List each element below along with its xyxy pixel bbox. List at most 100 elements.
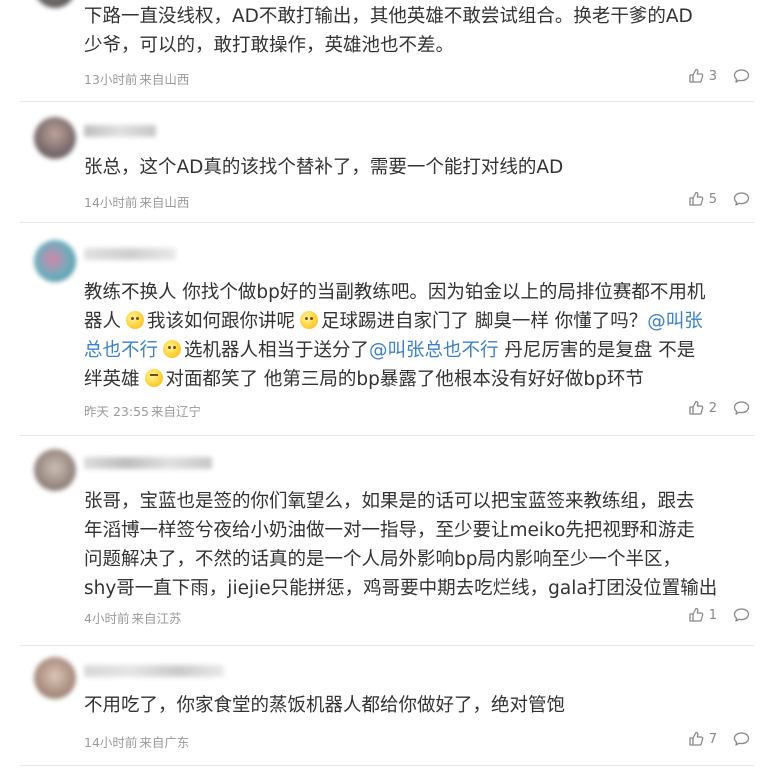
comment-line: shy哥一直下雨，jiejie只能拼惩，鸡哥要中期去吃烂线，gala打团没位置输… (84, 574, 764, 603)
comment-meta: 14小时前 来自广东 (84, 732, 189, 751)
comment-text-segment: 年滔博一样签兮夜给小奶油做一对一指导，至少要让meiko先把视野和游走 (84, 520, 695, 541)
user-mention-link[interactable]: @叫张总也不行 (369, 340, 499, 361)
comment-text-segment: 绊英雄 (84, 369, 140, 390)
avatar[interactable] (34, 657, 76, 699)
avatar[interactable] (34, 0, 76, 8)
like-button[interactable]: 5 (688, 191, 717, 207)
avatar[interactable] (34, 449, 76, 491)
reply-button[interactable] (733, 400, 750, 416)
reply-button[interactable] (733, 731, 750, 747)
thumbs-up-icon (688, 68, 704, 84)
user-mention-link[interactable]: 总也不行 (84, 340, 158, 361)
like-count: 5 (708, 191, 717, 207)
speech-bubble-icon (733, 191, 750, 207)
comment-text-segment: 选机器人相当于送分了 (184, 340, 370, 361)
like-count: 2 (708, 400, 717, 416)
username[interactable] (84, 125, 156, 137)
smile-emoji-icon (126, 311, 145, 329)
comment-text-segment: 不用吃了，你家食堂的蒸饭机器人都给你做好了，绝对管饱 (84, 695, 566, 716)
comment-line: 张总，这个AD真的该找个替补了，需要一个能打对线的AD (84, 153, 764, 182)
comment-source: 来自山西 (139, 72, 190, 87)
username[interactable] (84, 457, 212, 469)
comment-text-segment: 张哥，宝蓝也是签的你们氧望么，如果是的话可以把宝蓝签来教练组，跟去 (84, 491, 695, 512)
comment-actions: 5 (688, 191, 750, 207)
comment-line: 张哥，宝蓝也是签的你们氧望么，如果是的话可以把宝蓝签来教练组，跟去 (84, 487, 764, 516)
like-button[interactable]: 1 (688, 607, 717, 623)
comment-line: 年滔博一样签兮夜给小奶油做一对一指导，至少要让meiko先把视野和游走 (84, 516, 764, 545)
comment-line: 不用吃了，你家食堂的蒸饭机器人都给你做好了，绝对管饱 (84, 691, 764, 720)
comment-item: 张哥，宝蓝也是签的你们氧望么，如果是的话可以把宝蓝签来教练组，跟去 年滔博一样签兮… (20, 435, 754, 646)
avatar[interactable] (34, 240, 76, 282)
like-button[interactable]: 3 (688, 68, 717, 84)
comment-item: 教练不换人 你找个做bp好的当副教练吧。因为铂金以上的局排位赛都不用机 器人 我该如… (20, 222, 754, 436)
comment-source: 来自辽宁 (151, 404, 202, 419)
speech-bubble-icon (733, 400, 750, 416)
like-count: 1 (708, 607, 717, 623)
comment-text: 教练不换人 你找个做bp好的当副教练吧。因为铂金以上的局排位赛都不用机 器人 我该如… (84, 278, 764, 394)
comment-text-segment: 我该如何跟你讲呢 (147, 311, 296, 332)
comment-source: 来自广东 (139, 735, 190, 750)
comment-item: 张总，这个AD真的该找个替补了，需要一个能打对线的AD 14小时前 来自山西 5 (20, 101, 754, 223)
comment-text-segment: 张总，这个AD真的该找个替补了，需要一个能打对线的AD (84, 157, 564, 178)
speech-bubble-icon (733, 607, 750, 623)
comment-source: 来自山西 (139, 195, 190, 210)
like-button[interactable]: 2 (688, 400, 717, 416)
comment-text-segment: 问题解决了，不然的话真的是一个人局外影响bp局内影响至少一个半区， (84, 549, 681, 570)
comment-source: 来自江苏 (131, 611, 182, 626)
like-button[interactable]: 7 (688, 731, 717, 747)
comment-meta: 4小时前 来自江苏 (84, 608, 181, 627)
comment-line: 问题解决了，不然的话真的是一个人局外影响bp局内影响至少一个半区， (84, 545, 764, 574)
thumbs-up-icon (688, 400, 704, 416)
comment-text-segment: shy哥一直下雨，jiejie只能拼惩，鸡哥要中期去吃烂线，gala打团没位置输… (84, 578, 718, 599)
comment-line: 教练不换人 你找个做bp好的当副教练吧。因为铂金以上的局排位赛都不用机 (84, 278, 764, 307)
thumbs-up-icon (688, 731, 704, 747)
comment-meta: 14小时前 来自山西 (84, 192, 189, 211)
comment-time: 昨天 23:55 (84, 404, 149, 419)
comment-line: 绊英雄 对面都笑了 他第三局的bp暴露了他根本没有好好做bp环节 (84, 365, 764, 394)
smile-emoji-icon (300, 311, 319, 329)
comment-time: 13小时前 (84, 72, 138, 87)
comment-line: 下路一直没线权，AD不敢打输出，其他英雄不敢尝试组合。换老干爹的AD (84, 2, 764, 31)
comment-meta: 昨天 23:55 来自辽宁 (84, 401, 201, 420)
comment-line: 少爷，可以的，敢打敢操作，英雄池也不差。 (84, 31, 764, 60)
comment-text: 张总，这个AD真的该找个替补了，需要一个能打对线的AD (84, 153, 764, 182)
reply-button[interactable] (733, 68, 750, 84)
comment-text: 下路一直没线权，AD不敢打输出，其他英雄不敢尝试组合。换老干爹的AD 少爷，可以的… (84, 2, 764, 60)
thumbs-up-icon (688, 191, 704, 207)
comment-text-segment: 器人 (84, 311, 122, 332)
comment-text-segment: 教练不换人 你找个做bp好的当副教练吧。因为铂金以上的局排位赛都不用机 (84, 282, 706, 303)
comment-item: 不用吃了，你家食堂的蒸饭机器人都给你做好了，绝对管饱 14小时前 来自广东 7 (20, 645, 754, 766)
thumbs-up-icon (688, 607, 704, 623)
smile-emoji-icon (163, 340, 182, 358)
comment-text-segment: 下路一直没线权，AD不敢打输出，其他英雄不敢尝试组合。换老干爹的AD (84, 6, 693, 27)
comment-text-segment: 对面都笑了 他第三局的bp暴露了他根本没有好好做bp环节 (165, 369, 644, 390)
comment-text: 张哥，宝蓝也是签的你们氧望么，如果是的话可以把宝蓝签来教练组，跟去 年滔博一样签兮… (84, 487, 764, 603)
comment-text: 不用吃了，你家食堂的蒸饭机器人都给你做好了，绝对管饱 (84, 691, 764, 720)
comment-actions: 2 (688, 400, 750, 416)
comment-line: 器人 我该如何跟你讲呢 足球踢进自家门了 脚臭一样 你懂了吗？@叫张 (84, 307, 764, 336)
comment-meta: 13小时前 来自山西 (84, 69, 189, 88)
comment-actions: 3 (688, 68, 750, 84)
comment-actions: 1 (688, 607, 750, 623)
speech-bubble-icon (733, 68, 750, 84)
comment-text-segment: 少爷，可以的，敢打敢操作，英雄池也不差。 (84, 35, 455, 56)
reply-button[interactable] (733, 607, 750, 623)
comment-line: 总也不行 选机器人相当于送分了@叫张总也不行 丹尼厉害的是复盘 不是 (84, 336, 764, 365)
comment-text-segment: 丹尼厉害的是复盘 不是 (498, 340, 696, 361)
username[interactable] (84, 248, 176, 260)
user-mention-link[interactable]: @叫张 (647, 311, 703, 332)
comment-actions: 7 (688, 731, 750, 747)
comment-time: 14小时前 (84, 735, 138, 750)
speech-bubble-icon (733, 731, 750, 747)
username[interactable] (84, 665, 224, 677)
comment-text-segment: 足球踢进自家门了 脚臭一样 你懂了吗？ (321, 311, 648, 332)
reply-button[interactable] (733, 191, 750, 207)
avatar[interactable] (34, 117, 76, 159)
comment-item: 下路一直没线权，AD不敢打输出，其他英雄不敢尝试组合。换老干爹的AD 少爷，可以的… (20, 0, 754, 102)
comment-feed: 下路一直没线权，AD不敢打输出，其他英雄不敢尝试组合。换老干爹的AD 少爷，可以的… (0, 0, 774, 771)
comment-time: 14小时前 (84, 195, 138, 210)
comment-time: 4小时前 (84, 611, 130, 626)
like-count: 7 (708, 731, 717, 747)
like-count: 3 (708, 68, 717, 84)
laugh-emoji-icon (144, 369, 163, 387)
